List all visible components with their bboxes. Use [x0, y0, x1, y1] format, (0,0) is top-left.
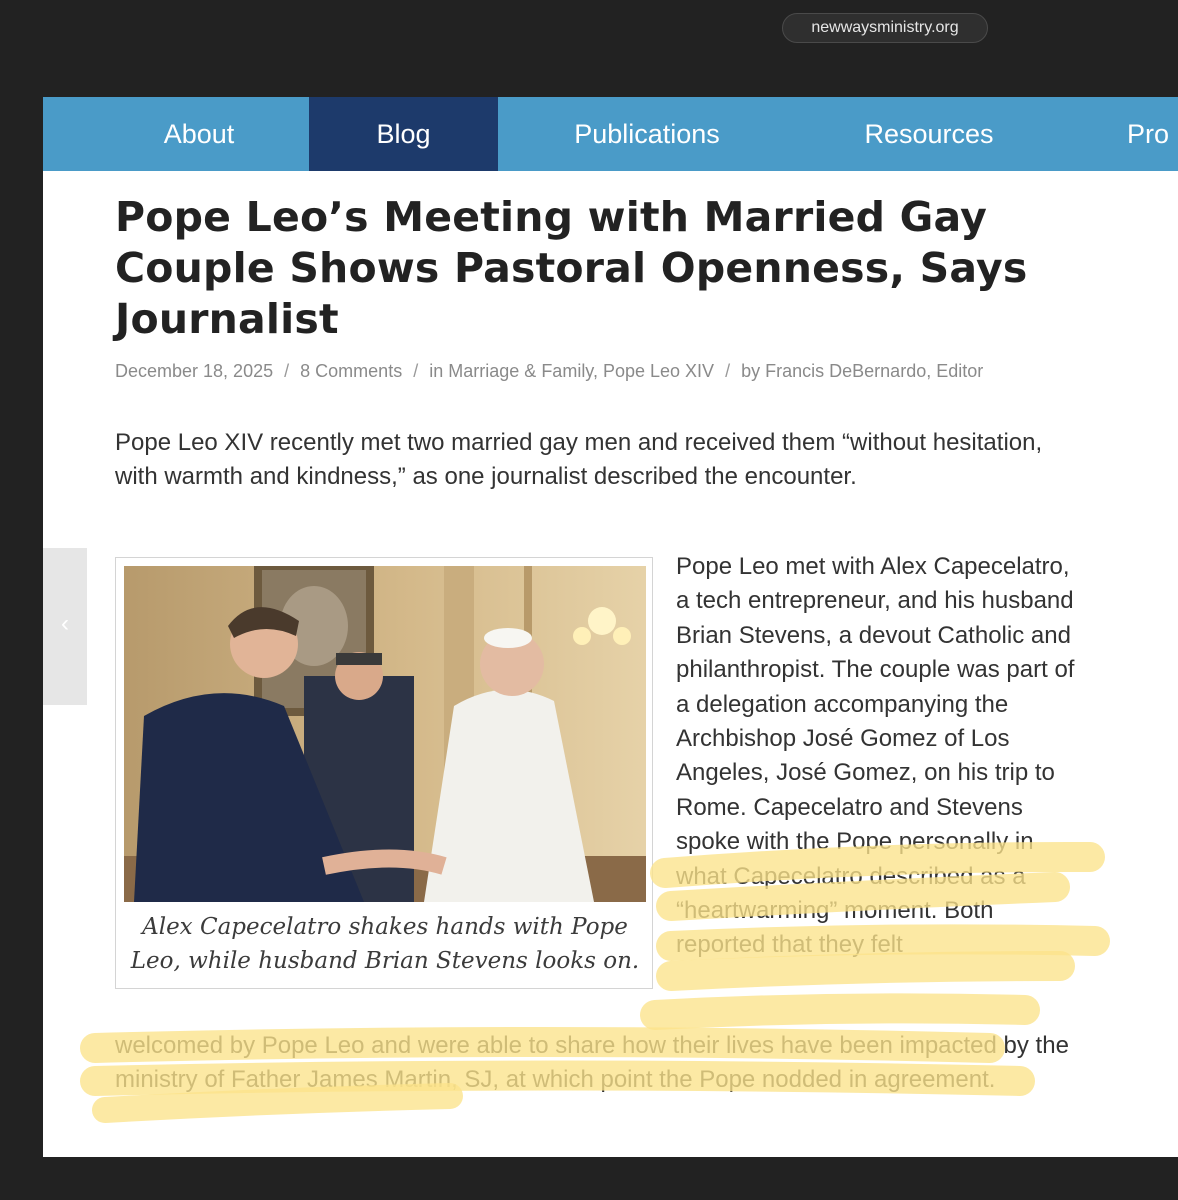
nav-about[interactable]: About — [107, 97, 291, 171]
article-figure: Alex Capecelatro shakes hands with Pope … — [115, 557, 653, 989]
nav-publications[interactable]: Publications — [547, 97, 747, 171]
article-title: Pope Leo’s Meeting with Married Gay Coup… — [115, 193, 1028, 343]
chevron-left-icon: ‹ — [61, 610, 69, 637]
web-page: About Blog Publications Resources Pro Po… — [43, 97, 1178, 1157]
body-paragraph: Pope Leo met with Alex Capecelatro, a te… — [676, 553, 1075, 959]
author-prefix: by — [741, 361, 761, 381]
categories-prefix: in — [429, 361, 444, 381]
previous-post-tab[interactable]: ‹ — [43, 548, 87, 705]
article-meta: December 18, 2025 / 8 Comments / in Marr… — [115, 361, 983, 382]
meta-separator: / — [284, 361, 290, 381]
nav-resources[interactable]: Resources — [839, 97, 1019, 171]
categories-link[interactable]: Marriage & Family, Pope Leo XIV — [448, 361, 714, 381]
photo-illustration — [124, 566, 646, 902]
figure-caption: Alex Capecelatro shakes hands with Pope … — [130, 914, 640, 974]
lead-paragraph: Pope Leo XIV recently met two married ga… — [115, 429, 1043, 491]
browser-top-bar: newwaysministry.org — [0, 0, 1178, 97]
meta-separator: / — [413, 361, 419, 381]
article-photo[interactable] — [124, 566, 646, 902]
post-date: December 18, 2025 — [115, 361, 274, 381]
body-paragraph-continued: welcomed by Pope Leo and were able to sh… — [115, 1032, 1069, 1094]
nav-programs-truncated[interactable]: Pro — [1127, 97, 1178, 171]
url-pill[interactable]: newwaysministry.org — [782, 13, 988, 43]
main-nav: About Blog Publications Resources Pro — [43, 97, 1178, 171]
author-link[interactable]: Francis DeBernardo, Editor — [765, 361, 983, 381]
meta-separator: / — [725, 361, 731, 381]
comments-link[interactable]: 8 Comments — [300, 361, 402, 381]
nav-blog[interactable]: Blog — [309, 97, 498, 171]
